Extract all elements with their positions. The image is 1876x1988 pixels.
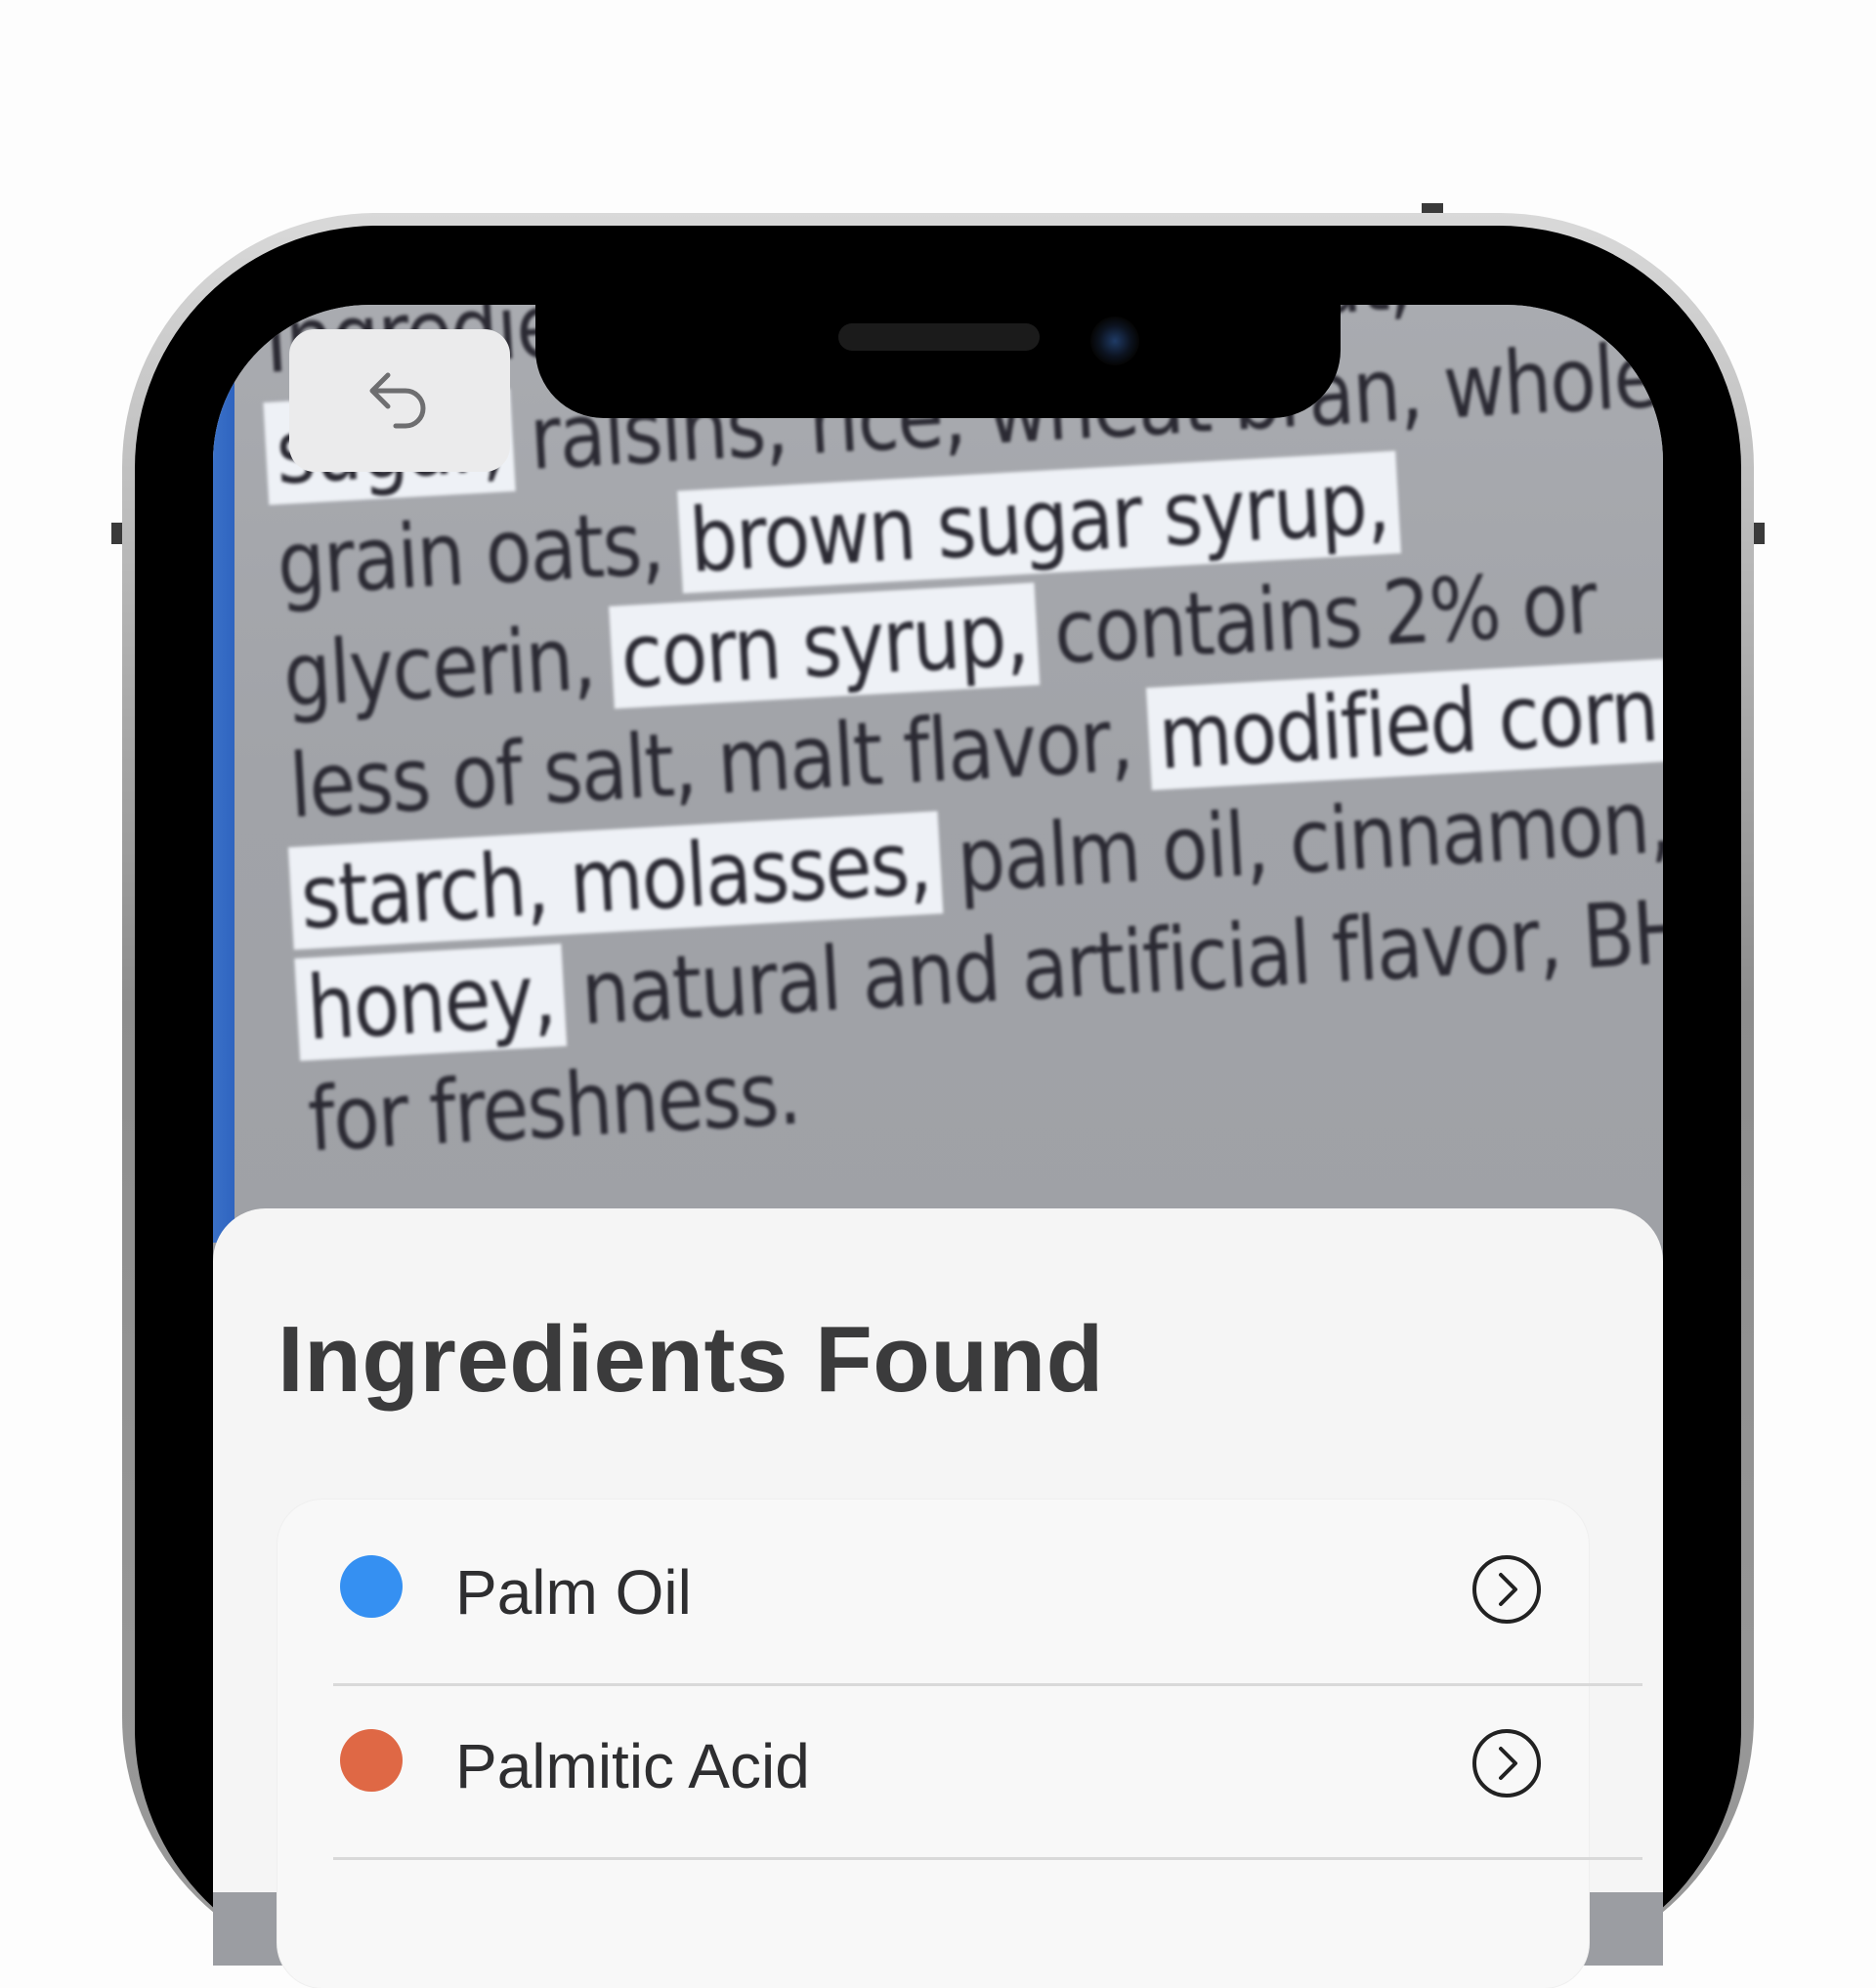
ingredients-sheet: Ingredients Found Palm Oil Palmitic Acid [213, 1208, 1663, 1988]
list-item-label: Palmitic Acid [455, 1731, 810, 1801]
status-dot [340, 1555, 403, 1618]
status-dot [340, 1729, 403, 1792]
earpiece-speaker [838, 323, 1040, 351]
label-text: glycerin, [280, 606, 619, 728]
package-edge [213, 305, 234, 1243]
highlighted-ingredient: modified corn [1145, 658, 1663, 790]
sheet-title: Ingredients Found [277, 1307, 1104, 1412]
chevron-right-circle-icon[interactable] [1471, 1727, 1543, 1799]
chevron-right-circle-icon[interactable] [1471, 1553, 1543, 1626]
list-divider [333, 1857, 1642, 1860]
front-camera-icon [1090, 317, 1139, 365]
back-button[interactable] [289, 329, 510, 472]
list-item-label: Palm Oil [455, 1557, 692, 1628]
ingredients-list: Palm Oil Palmitic Acid [277, 1500, 1642, 1988]
list-item-palm-oil[interactable]: Palm Oil [277, 1500, 1589, 1671]
label-text: for freshness. [305, 1041, 803, 1172]
label-text: grain oats, [274, 490, 688, 616]
highlighted-ingredient: honey, [294, 943, 568, 1062]
highlighted-ingredient: corn syrup, [608, 582, 1041, 709]
list-item-palmitic-acid[interactable]: Palmitic Acid [277, 1673, 1589, 1845]
undo-arrow-icon [369, 372, 426, 429]
